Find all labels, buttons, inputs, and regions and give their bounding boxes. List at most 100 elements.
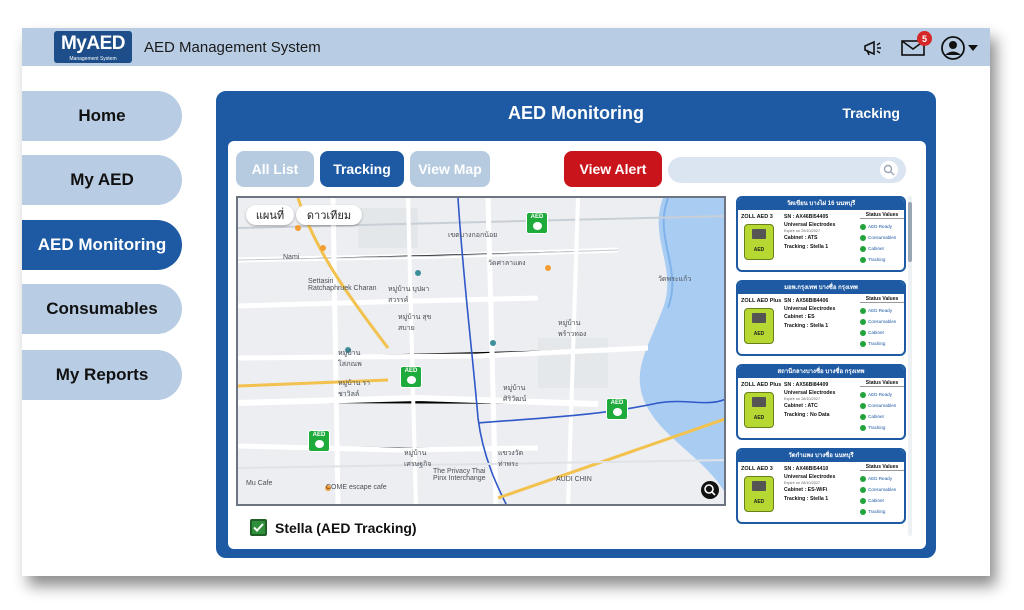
card-info: SN : AX56BI84406 Universal Electrodes Ca… <box>784 297 835 330</box>
aed-map-pin[interactable]: AED <box>400 366 422 388</box>
sidebar-item-my-reports[interactable]: My Reports <box>22 350 182 400</box>
map-label: หมู่บ้าน ราชาวิลล์ <box>338 380 371 398</box>
stella-checkbox[interactable] <box>250 519 267 536</box>
status-label: AED Ready <box>868 392 893 397</box>
map-label: The Privacy Thai Pinx Interchange <box>433 468 486 482</box>
card-status: Status Values AED Ready Consumables Cabi… <box>860 380 904 433</box>
check-icon <box>860 475 866 482</box>
map-label: หมู่บ้าน พร้าวทอง <box>558 320 587 338</box>
device-label: AED <box>753 415 765 421</box>
device-label: AED <box>753 247 765 253</box>
map-label: วัดพระแก้ว <box>658 276 692 283</box>
map-label: AUDI CHIN <box>556 476 592 483</box>
sidebar-item-consumables[interactable]: Consumables <box>22 284 182 334</box>
satellite-type-tab[interactable]: ดาวเทียม <box>296 205 362 225</box>
check-icon <box>860 245 866 252</box>
check-icon <box>860 340 866 347</box>
aed-card-list[interactable]: วัดเขียน บางไผ่ 16 นนทบุรี ZOLL AED 3 AE… <box>736 196 906 531</box>
status-item: AED Ready <box>860 389 904 400</box>
aed-device-image: AED <box>744 392 774 428</box>
status-item: Consumables <box>860 484 904 495</box>
check-icon <box>860 486 866 493</box>
status-label: Tracking <box>868 341 886 346</box>
zoom-icon[interactable] <box>701 481 719 499</box>
status-label: AED Ready <box>868 476 893 481</box>
mail-icon[interactable]: 5 <box>900 31 932 61</box>
card-electrode: Universal Electrodes <box>784 474 836 481</box>
status-label: Consumables <box>868 487 897 492</box>
app-window: MyAED Management System AED Management S… <box>22 28 990 576</box>
card-electrode: Universal Electrodes <box>784 390 836 397</box>
status-label: Tracking <box>868 425 886 430</box>
status-item: Consumables <box>860 316 904 327</box>
card-sn: SN : AX46BI54410 <box>784 466 829 472</box>
heart-icon <box>612 408 622 416</box>
status-label: Cabinet <box>868 498 884 503</box>
card-info: SN : AX56BI84409 Universal Electrodes Ex… <box>784 381 835 419</box>
check-icon <box>860 424 866 431</box>
card-list-scrollbar[interactable] <box>908 196 912 536</box>
heart-icon <box>532 222 542 230</box>
status-label: Cabinet <box>868 330 884 335</box>
status-label: Consumables <box>868 235 897 240</box>
aed-map-pin[interactable]: AED <box>526 212 548 234</box>
panel-title: AED Monitoring <box>508 103 644 123</box>
card-sn: SN : AX46BI54405 <box>784 214 829 220</box>
map-label: หมู่บ้าน บุปผาสวรรค์ <box>388 286 430 304</box>
tracking-legend: Stella (AED Tracking) <box>250 519 417 536</box>
aed-card[interactable]: วัดเขียน บางไผ่ 16 นนทบุรี ZOLL AED 3 AE… <box>736 196 906 272</box>
panel-header: AED Monitoring Tracking <box>218 93 934 133</box>
card-cabinet: Cabinet : ES <box>784 314 815 321</box>
aed-pin-label: AED <box>530 214 544 220</box>
tracking-map[interactable]: แผนที่ ดาวเทียม เขตบางกอกน้อย Nami Setta… <box>236 196 726 506</box>
status-label: Consumables <box>868 403 897 408</box>
map-roads <box>238 198 724 504</box>
search-input[interactable] <box>668 157 906 183</box>
status-item: Consumables <box>860 400 904 411</box>
map-label: วัดศาลาแดง <box>488 260 526 267</box>
status-item: AED Ready <box>860 221 904 232</box>
tab-view-map[interactable]: View Map <box>410 151 490 187</box>
aed-pin-label: AED <box>610 400 624 406</box>
panel-mode-label: Tracking <box>842 105 900 121</box>
aed-card[interactable]: สถานีกลางบางซื่อ บางซื่อ กรุงเทพ ZOLL AE… <box>736 364 906 440</box>
check-icon <box>860 329 866 336</box>
app-logo[interactable]: MyAED Management System <box>54 31 132 63</box>
aed-card[interactable]: วัดกำแพง บางซื่อ นนทบุรี ZOLL AED 3 AED … <box>736 448 906 524</box>
card-sn: SN : AX56BI84406 <box>784 298 829 304</box>
check-icon <box>860 223 866 230</box>
view-alert-button[interactable]: View Alert <box>564 151 662 187</box>
card-cabinet: Cabinet : ATC <box>784 403 818 410</box>
sidebar-item-aed-monitoring[interactable]: AED Monitoring <box>22 220 182 270</box>
status-label: Cabinet <box>868 246 884 251</box>
sidebar-item-my-aed[interactable]: My AED <box>22 155 182 205</box>
top-icons: 5 <box>860 31 980 62</box>
card-status: Status Values AED Ready Consumables Cabi… <box>860 212 904 265</box>
check-icon <box>860 497 866 504</box>
status-item: Tracking <box>860 338 904 349</box>
aed-card[interactable]: มอพ.กรุงเทพ บางซื่อ กรุงเทพ ZOLL AED Plu… <box>736 280 906 356</box>
notification-badge: 5 <box>917 31 932 46</box>
status-item: AED Ready <box>860 473 904 484</box>
search-icon[interactable] <box>880 161 898 179</box>
map-type-tab[interactable]: แผนที่ <box>246 205 294 225</box>
card-tracking: Tracking : Stella 1 <box>784 322 829 329</box>
tab-tracking[interactable]: Tracking <box>320 151 404 187</box>
card-model: ZOLL AED Plus <box>741 382 782 388</box>
map-label: หมู่บ้าน เศรษฐกิจ <box>404 450 432 468</box>
aed-pin-label: AED <box>312 432 326 438</box>
tab-all-list[interactable]: All List <box>236 151 314 187</box>
sidebar-item-home[interactable]: Home <box>22 91 182 141</box>
logo-text: MyAED <box>60 33 126 54</box>
check-icon <box>860 413 866 420</box>
status-title: Status Values <box>860 380 904 387</box>
aed-map-pin[interactable]: AED <box>308 430 330 452</box>
status-label: Consumables <box>868 319 897 324</box>
aed-map-pin[interactable]: AED <box>606 398 628 420</box>
user-avatar-icon[interactable] <box>940 35 980 61</box>
check-icon <box>860 234 866 241</box>
top-bar: MyAED Management System AED Management S… <box>22 28 990 66</box>
scrollbar-thumb[interactable] <box>908 202 912 262</box>
megaphone-icon[interactable] <box>860 35 886 61</box>
card-location: สถานีกลางบางซื่อ บางซื่อ กรุงเทพ <box>738 366 904 378</box>
